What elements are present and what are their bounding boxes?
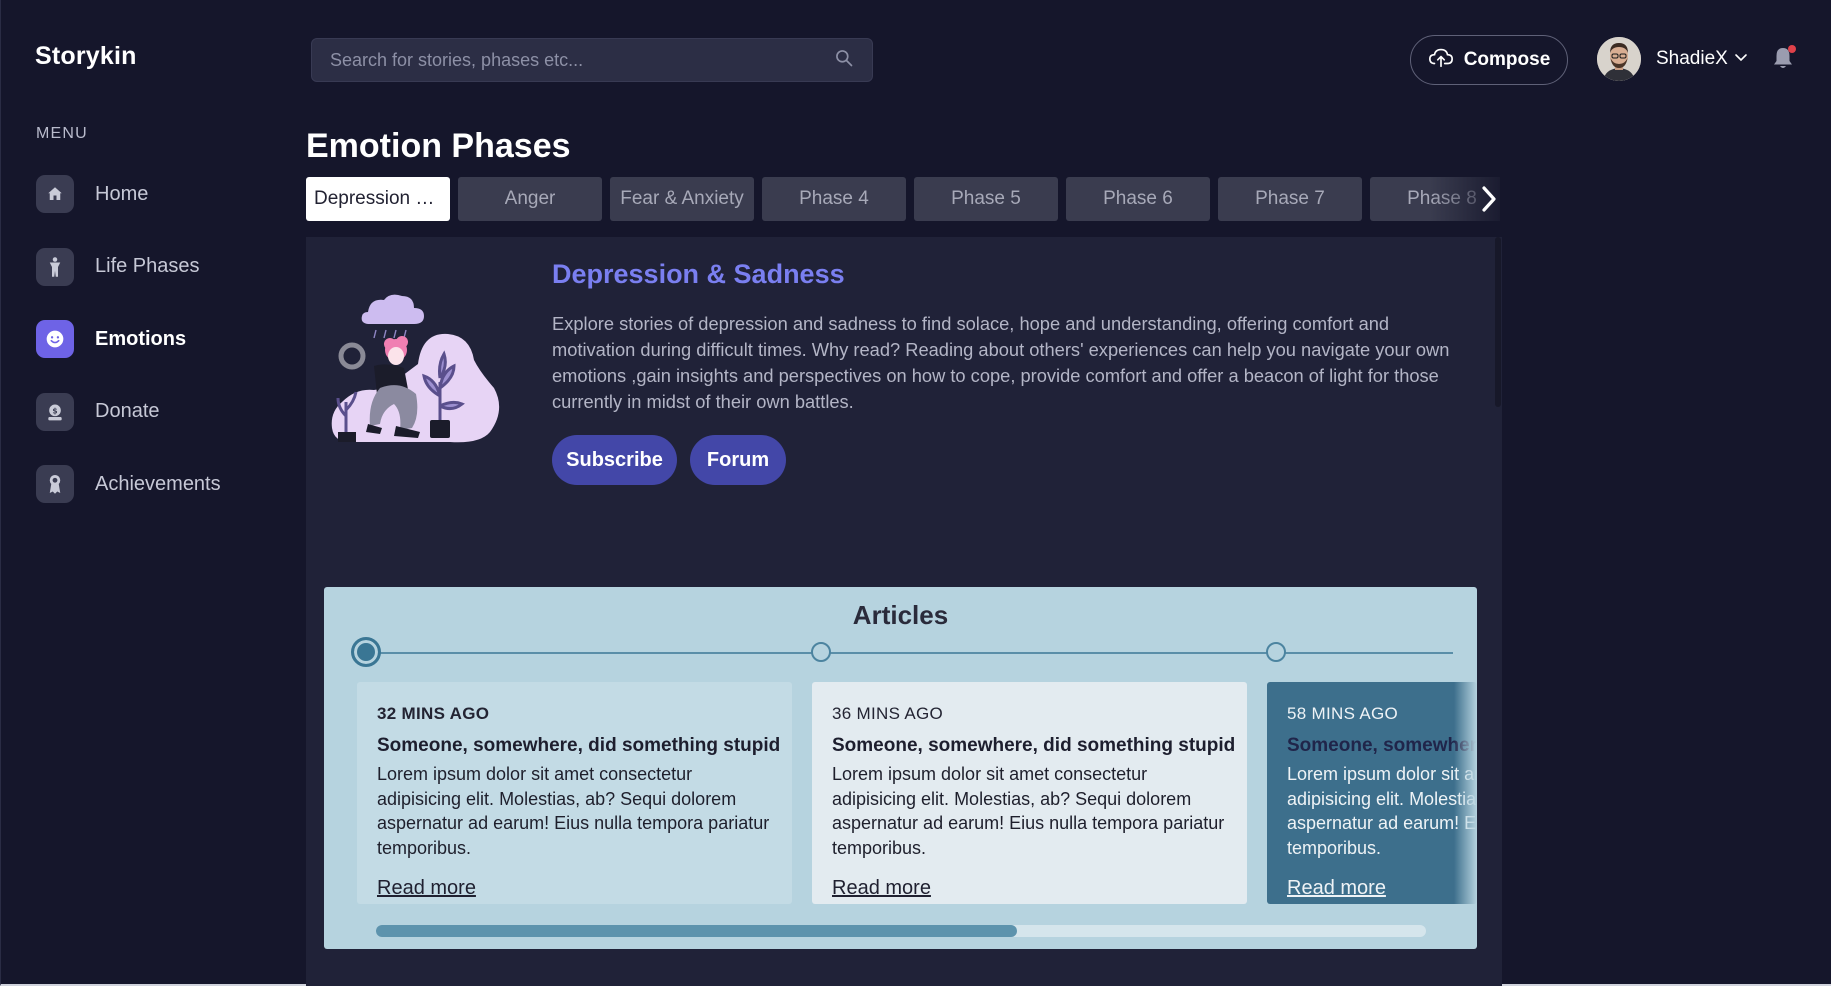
sidebar-item-home[interactable]: Home <box>36 174 296 214</box>
tab-label: Phase 7 <box>1255 188 1325 209</box>
sidebar-item-donate[interactable]: $ Donate <box>36 392 296 432</box>
tab-phase-7[interactable]: Phase 7 <box>1218 177 1362 221</box>
page-title: Emotion Phases <box>306 127 571 165</box>
cloud-upload-icon <box>1428 46 1454 74</box>
smile-icon <box>36 320 74 358</box>
home-icon <box>36 175 74 213</box>
tab-depression-sadness[interactable]: Depression & Sadness <box>306 177 450 221</box>
sidebar-item-label: Life Phases <box>95 255 200 277</box>
tab-label: Depression & Sadness <box>314 188 442 209</box>
donate-icon: $ <box>36 392 74 431</box>
notification-badge <box>1788 45 1796 53</box>
read-more-link[interactable]: Read more <box>1287 877 1386 900</box>
sidebar-nav: Home Life Phases Emotions $ Donate Achie… <box>36 174 296 537</box>
sidebar-item-achievements[interactable]: Achievements <box>36 464 296 504</box>
article-time: 58 MINS AGO <box>1287 704 1399 723</box>
search-input[interactable] <box>330 49 834 71</box>
article-time: 32 MINS AGO <box>377 704 490 723</box>
tab-anger[interactable]: Anger <box>458 177 602 221</box>
tab-label: Phase 4 <box>799 188 869 209</box>
sidebar-item-life-phases[interactable]: Life Phases <box>36 247 296 287</box>
timeline-dot[interactable] <box>811 642 831 662</box>
person-icon <box>36 247 74 286</box>
article-card[interactable]: 32 MINS AGO Someone, somewhere, did some… <box>357 682 792 904</box>
article-card[interactable]: 36 MINS AGO Someone, somewhere, did some… <box>812 682 1247 904</box>
user-menu[interactable]: ShadieX <box>1597 37 1748 81</box>
carousel-fade <box>1454 682 1477 904</box>
timeline-dot[interactable] <box>1266 642 1286 662</box>
phase-tabs: Depression & Sadness Anger Fear & Anxiet… <box>306 177 1500 221</box>
tab-fear-anxiety[interactable]: Fear & Anxiety <box>610 177 754 221</box>
tab-label: Anger <box>504 188 556 209</box>
chevron-down-icon <box>1734 50 1748 68</box>
svg-text:$: $ <box>52 406 57 415</box>
tab-label: Fear & Anxiety <box>620 188 744 209</box>
article-excerpt: Lorem ipsum dolor sit amet consectetur a… <box>377 764 770 858</box>
sidebar-item-label: Home <box>95 182 149 205</box>
article-title: Someone, somewhere, did something stupid <box>1287 735 1477 756</box>
tab-phase-5[interactable]: Phase 5 <box>914 177 1058 221</box>
username: ShadieX <box>1656 48 1728 69</box>
article-title: Someone, somewhere, did something stupid <box>377 735 781 756</box>
sidebar-item-emotions[interactable]: Emotions <box>36 319 296 359</box>
subscribe-button[interactable]: Subscribe <box>552 435 677 485</box>
search-bar <box>311 38 873 82</box>
sidebar-item-label: Donate <box>95 400 160 422</box>
app-logo[interactable]: Storykin <box>35 42 137 71</box>
read-more-link[interactable]: Read more <box>832 877 931 900</box>
timeline-track <box>368 652 1453 654</box>
articles-section: Articles 32 MINS AGO Someone, somewhere,… <box>324 587 1477 949</box>
tab-label: Phase 8 <box>1407 188 1477 209</box>
panel-scrollbar[interactable] <box>1495 237 1501 407</box>
articles-heading: Articles <box>852 600 949 630</box>
sidebar-item-label: Achievements <box>95 472 221 495</box>
tab-phase-6[interactable]: Phase 6 <box>1066 177 1210 221</box>
article-excerpt: Lorem ipsum dolor sit amet consectetur a… <box>832 764 1225 858</box>
category-description: Explore stories of depression and sadnes… <box>552 313 1450 412</box>
search-icon[interactable] <box>834 48 854 73</box>
article-excerpt: Lorem ipsum dolor sit amet consectetur a… <box>1287 764 1477 858</box>
article-card[interactable]: 58 MINS AGO Someone, somewhere, did some… <box>1267 682 1477 904</box>
article-time: 36 MINS AGO <box>832 704 944 723</box>
chevron-right-icon[interactable] <box>1472 182 1506 216</box>
tab-phase-4[interactable]: Phase 4 <box>762 177 906 221</box>
menu-heading: MENU <box>36 125 88 142</box>
carousel-scrollbar[interactable] <box>376 925 1426 937</box>
read-more-link[interactable]: Read more <box>377 877 476 900</box>
sidebar-item-label: Emotions <box>95 327 187 350</box>
sad-person-illustration <box>330 292 502 448</box>
forum-button[interactable]: Forum <box>690 435 786 485</box>
category-title: Depression & Sadness <box>552 259 845 289</box>
compose-button[interactable]: Compose <box>1410 35 1568 85</box>
article-title: Someone, somewhere, did something stupid <box>832 735 1236 756</box>
compose-label: Compose <box>1463 49 1551 70</box>
award-icon <box>36 465 74 503</box>
tab-label: Phase 5 <box>951 188 1021 209</box>
tab-label: Phase 6 <box>1103 188 1173 209</box>
timeline-dot-active[interactable] <box>351 637 381 667</box>
carousel-scrollbar-thumb[interactable] <box>376 925 1017 937</box>
avatar <box>1597 37 1641 81</box>
